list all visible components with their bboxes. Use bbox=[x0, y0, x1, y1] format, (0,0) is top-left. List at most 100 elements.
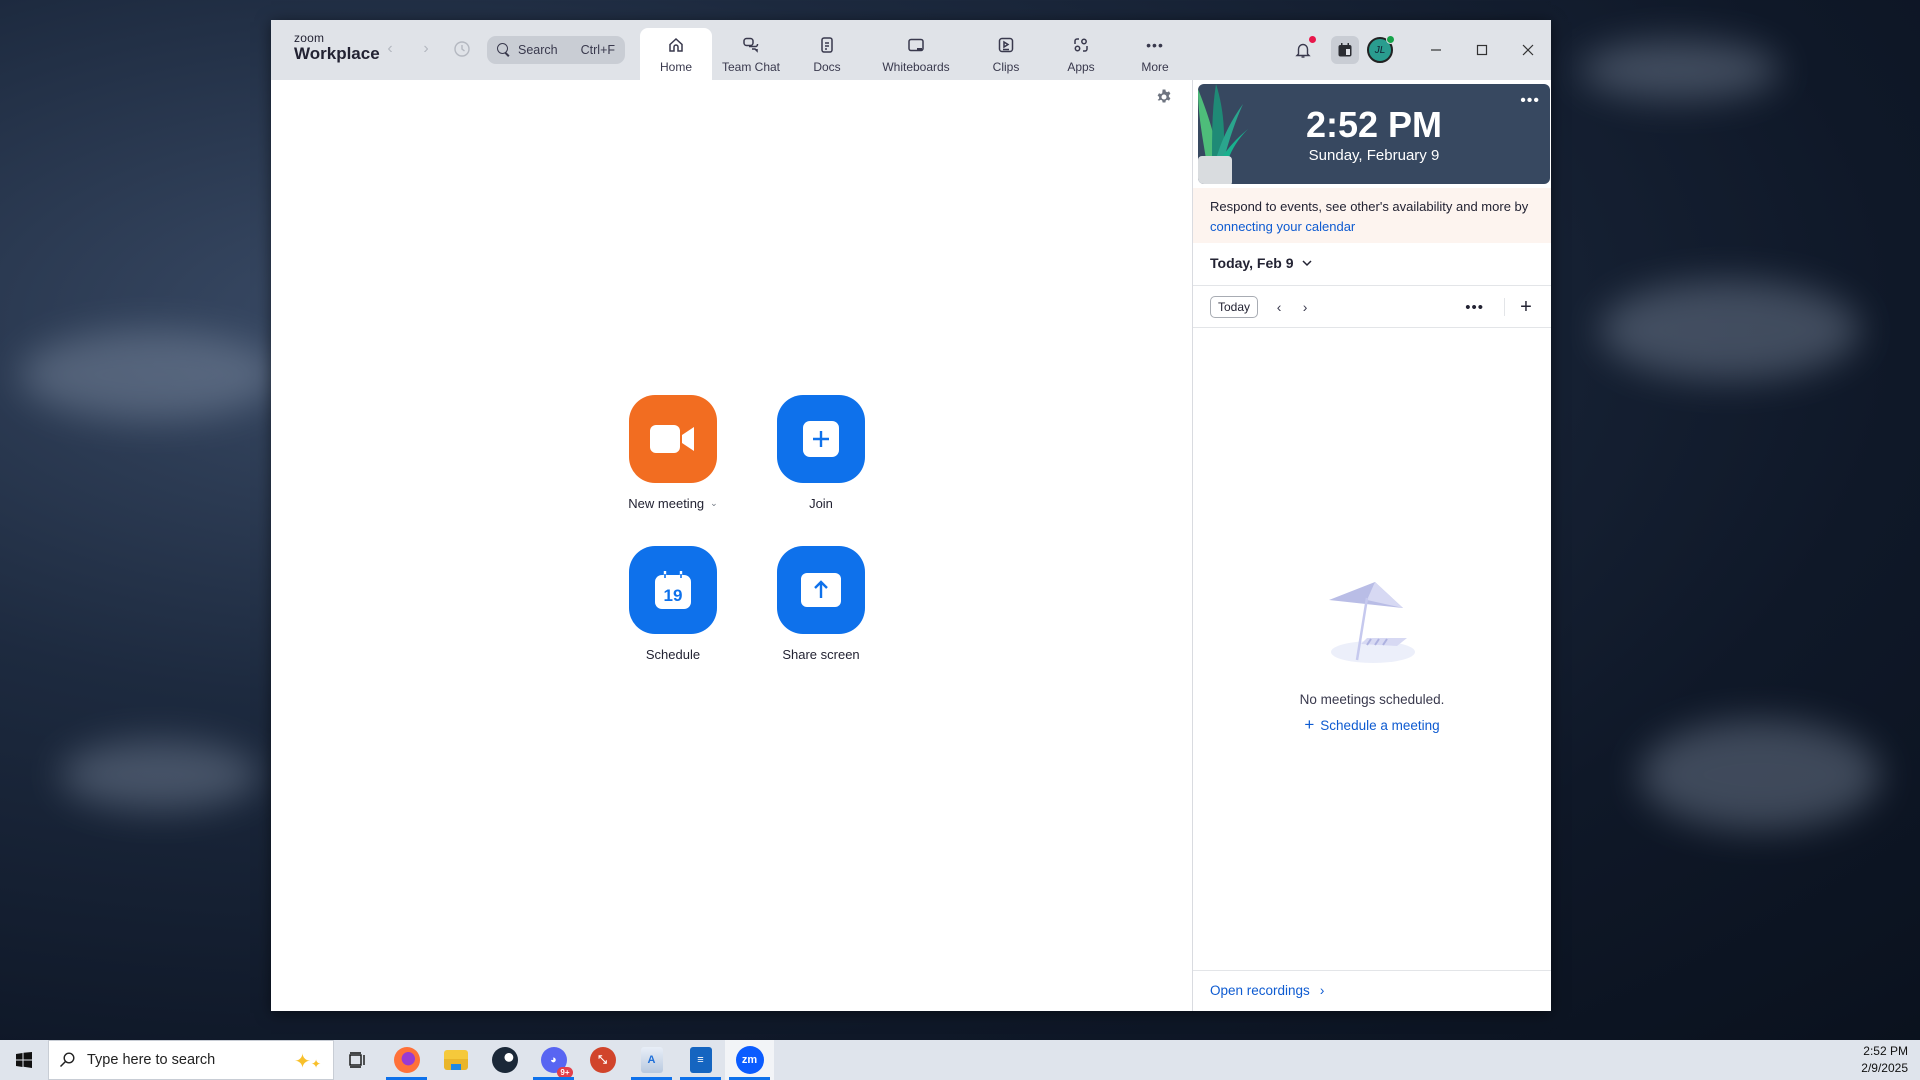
zoom-icon: zm bbox=[735, 1046, 764, 1074]
history-icon bbox=[454, 41, 470, 57]
clock-card-more-button[interactable]: ••• bbox=[1520, 92, 1540, 110]
avatar-initials: JL bbox=[1374, 44, 1386, 56]
previous-day-button[interactable]: ‹ bbox=[1266, 299, 1292, 315]
minimize-button[interactable] bbox=[1413, 32, 1459, 68]
open-recordings-label: Open recordings bbox=[1210, 983, 1310, 998]
bell-icon bbox=[1295, 43, 1311, 58]
tab-home[interactable]: Home bbox=[640, 28, 712, 80]
today-button[interactable]: Today bbox=[1210, 296, 1259, 318]
minimize-icon bbox=[1431, 49, 1441, 51]
tab-docs[interactable]: Docs bbox=[790, 28, 864, 80]
taskbar-app-steam[interactable] bbox=[480, 1040, 529, 1080]
join-label: Join bbox=[809, 495, 833, 511]
task-view-button[interactable] bbox=[334, 1040, 382, 1080]
taskbar-app-discord[interactable]: ◕ 9+ bbox=[529, 1040, 578, 1080]
share-up-arrow-icon bbox=[801, 573, 841, 607]
discord-icon: ◕ 9+ bbox=[540, 1047, 573, 1078]
plus-icon: + bbox=[1304, 715, 1315, 734]
wallpaper-cloud bbox=[1600, 280, 1860, 380]
chat-icon bbox=[741, 35, 761, 55]
calendar-more-button[interactable]: ••• bbox=[1455, 299, 1494, 316]
avatar[interactable]: JL bbox=[1367, 35, 1395, 63]
title-bar[interactable]: zoom Workplace ‹ › Search Ctrl+F Home Te… bbox=[271, 20, 1551, 80]
tab-label: Docs bbox=[813, 60, 841, 74]
share-screen-tile[interactable] bbox=[777, 546, 865, 634]
share-screen-button[interactable]: Share screen bbox=[747, 546, 895, 662]
system-clock[interactable]: 2:52 PM 2/9/2025 bbox=[1861, 1043, 1920, 1077]
wallpaper-cloud bbox=[1640, 720, 1880, 830]
home-actions: New meeting ⌄ Join 19 Schedule Share scr… bbox=[599, 395, 895, 662]
add-event-button[interactable]: + bbox=[1515, 296, 1537, 319]
join-button[interactable]: Join bbox=[747, 395, 895, 511]
join-tile[interactable] bbox=[777, 395, 865, 483]
tab-label: Team Chat bbox=[721, 60, 781, 74]
open-recordings-link[interactable]: Open recordings › bbox=[1210, 983, 1324, 998]
settings-button[interactable] bbox=[1155, 88, 1173, 106]
tab-apps[interactable]: Apps bbox=[1044, 28, 1118, 80]
title-bar-right: JL bbox=[1285, 20, 1551, 80]
tab-label: Clips bbox=[992, 60, 1020, 74]
day-picker-label: Today, Feb 9 bbox=[1210, 255, 1294, 271]
firefox-icon bbox=[393, 1047, 420, 1073]
brand-big: Workplace bbox=[294, 44, 380, 63]
taskbar-app-zoom[interactable]: zm bbox=[725, 1040, 774, 1080]
search-box[interactable]: Search Ctrl+F bbox=[487, 36, 625, 64]
taskbar-app-firefox[interactable] bbox=[382, 1040, 431, 1080]
taskbar-app-wordpad[interactable]: A bbox=[627, 1040, 676, 1080]
clips-icon bbox=[996, 35, 1016, 55]
new-meeting-button[interactable]: New meeting ⌄ bbox=[599, 395, 747, 511]
tab-team-chat[interactable]: Team Chat bbox=[712, 28, 790, 80]
calendar-toolbar: Today ‹ › ••• + bbox=[1210, 294, 1537, 320]
start-button[interactable] bbox=[0, 1040, 48, 1080]
clock-time: 2:52 PM bbox=[1863, 1044, 1908, 1058]
tab-clips[interactable]: Clips bbox=[968, 28, 1044, 80]
wallpaper-cloud bbox=[1580, 40, 1780, 100]
no-meetings-message: No meetings scheduled. bbox=[1299, 692, 1445, 707]
gear-icon bbox=[1157, 89, 1171, 103]
calendar-button[interactable] bbox=[1331, 36, 1359, 64]
search-icon bbox=[497, 43, 511, 57]
remote-desktop-icon: ⤡ bbox=[589, 1047, 616, 1073]
close-button[interactable] bbox=[1505, 32, 1551, 68]
close-icon bbox=[1522, 44, 1534, 56]
tab-label: More bbox=[1141, 60, 1169, 74]
calendar-icon: 19 bbox=[655, 571, 691, 609]
chevron-down-icon[interactable]: ⌄ bbox=[710, 498, 718, 509]
folder-icon bbox=[443, 1050, 468, 1070]
forward-button[interactable]: › bbox=[415, 38, 437, 60]
next-day-button[interactable]: › bbox=[1292, 299, 1318, 315]
clock-card: 2:52 PM Sunday, February 9 ••• bbox=[1198, 84, 1550, 184]
notifications-button[interactable] bbox=[1285, 32, 1321, 68]
clock-date: Sunday, February 9 bbox=[1308, 147, 1440, 164]
taskbar-search-box[interactable]: Type here to search ✦✦ bbox=[48, 1040, 334, 1080]
wordpad-icon: A bbox=[640, 1047, 663, 1073]
taskbar-app-remote-desktop[interactable]: ⤡ bbox=[578, 1040, 627, 1080]
day-picker[interactable]: Today, Feb 9 bbox=[1210, 255, 1312, 271]
new-meeting-tile[interactable] bbox=[629, 395, 717, 483]
schedule-meeting-label: Schedule a meeting bbox=[1320, 717, 1440, 733]
calendar-day: 19 bbox=[664, 586, 683, 605]
schedule-meeting-link[interactable]: + Schedule a meeting bbox=[1304, 715, 1439, 735]
empty-state: No meetings scheduled. + Schedule a meet… bbox=[1193, 580, 1551, 735]
divider bbox=[1193, 327, 1551, 328]
taskbar-app-libreoffice-writer[interactable]: ≡ bbox=[676, 1040, 725, 1080]
main-tabs: Home Team Chat Docs Whiteboards Clips Ap… bbox=[640, 28, 1192, 80]
tab-whiteboards[interactable]: Whiteboards bbox=[864, 28, 968, 80]
schedule-tile[interactable]: 19 bbox=[629, 546, 717, 634]
tab-more[interactable]: ••• More bbox=[1118, 28, 1192, 80]
promo-text: Respond to events, see other's availabil… bbox=[1210, 199, 1529, 214]
connect-calendar-link[interactable]: connecting your calendar bbox=[1210, 219, 1355, 234]
notification-dot bbox=[1309, 36, 1316, 43]
back-button[interactable]: ‹ bbox=[379, 38, 401, 60]
clock-date: 2/9/2025 bbox=[1861, 1061, 1908, 1075]
maximize-icon bbox=[1476, 44, 1488, 56]
schedule-button[interactable]: 19 Schedule bbox=[599, 546, 747, 662]
plus-icon bbox=[803, 421, 839, 457]
history-button[interactable] bbox=[451, 38, 473, 60]
tab-label: Apps bbox=[1067, 60, 1095, 74]
clock-time: 2:52 PM bbox=[1305, 104, 1443, 145]
apps-icon bbox=[1071, 35, 1091, 55]
taskbar-app-file-explorer[interactable] bbox=[431, 1040, 480, 1080]
maximize-button[interactable] bbox=[1459, 32, 1505, 68]
brand-small: zoom bbox=[294, 31, 325, 45]
